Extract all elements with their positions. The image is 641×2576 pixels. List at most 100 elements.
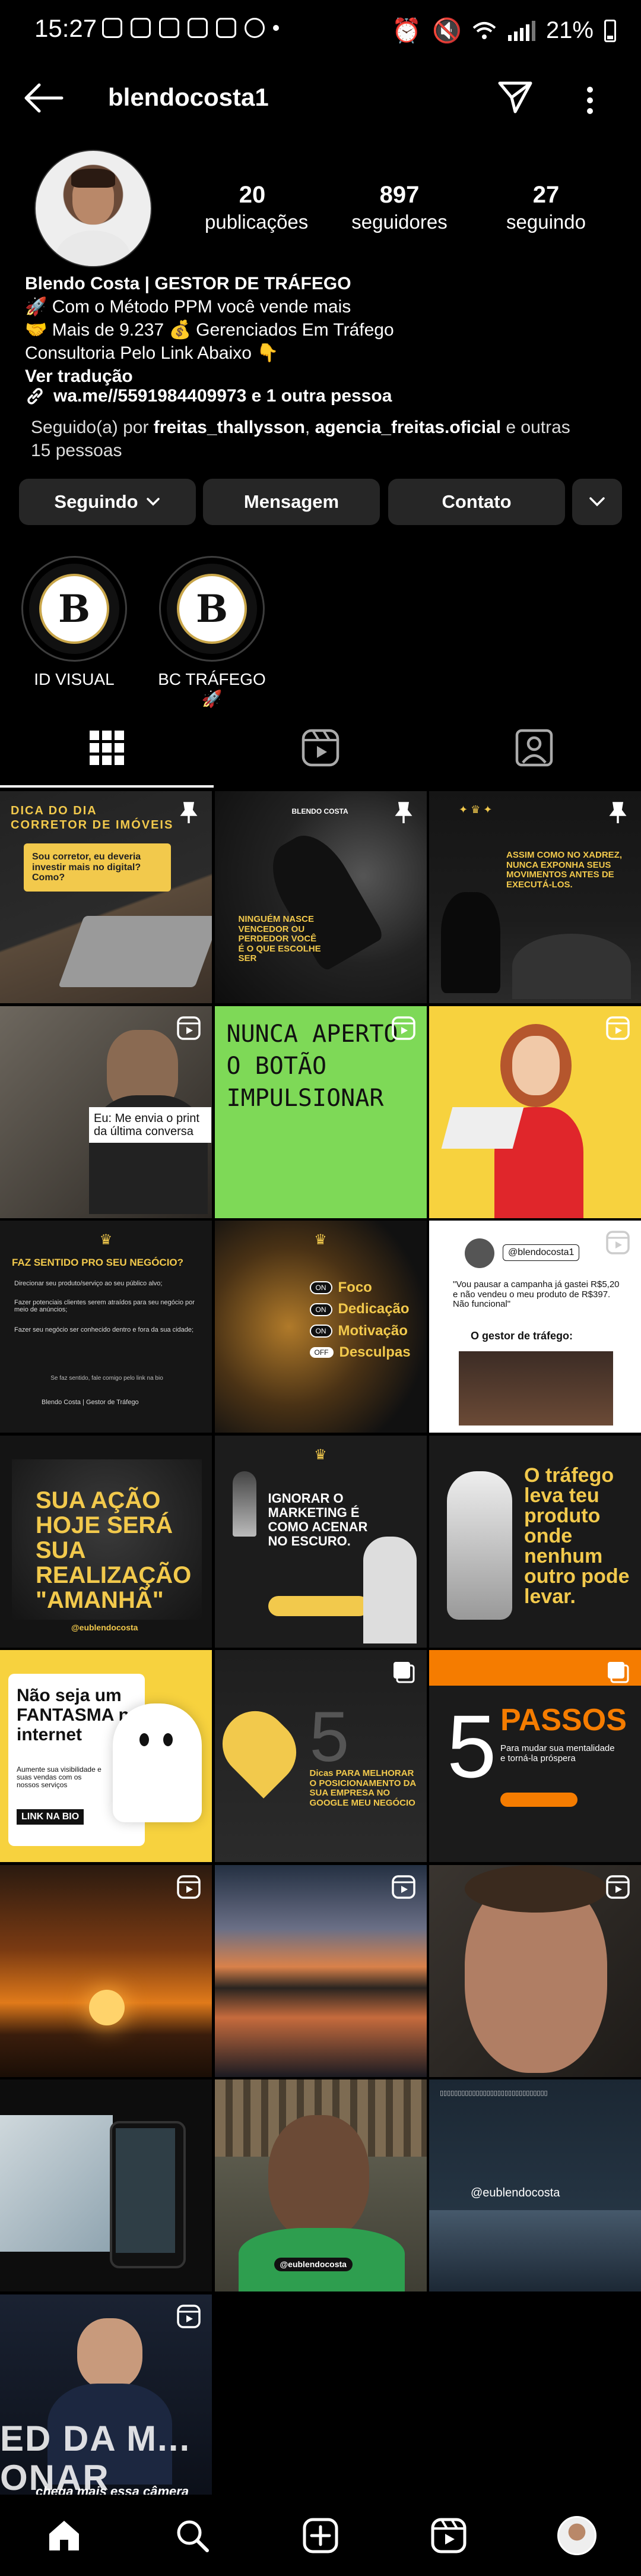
suggested-users-button[interactable] [572, 479, 622, 525]
post-21-body: ▯▯▯▯▯▯▯▯▯▯▯▯▯▯▯▯▯▯▯▯▯▯▯▯▯▯▯▯▯▯ [440, 2090, 548, 2097]
post-2[interactable]: BLENDO COSTA NINGUÉM NASCE VENCEDOR OU P… [214, 791, 427, 1003]
followers-count[interactable]: 897 seguidores [343, 182, 456, 233]
grid-tab-icon[interactable] [86, 727, 128, 769]
post-7[interactable]: ♛ FAZ SENTIDO PRO SEU NEGÓCIO? Direciona… [0, 1221, 212, 1433]
following-button[interactable]: Seguindo [19, 479, 196, 525]
post-21[interactable]: ▯▯▯▯▯▯▯▯▯▯▯▯▯▯▯▯▯▯▯▯▯▯▯▯▯▯▯▯▯▯ @eublendo… [429, 2079, 641, 2291]
carousel-icon [393, 1662, 414, 1683]
post-13[interactable]: Não seja um FANTASMA na internet Aumente… [0, 1650, 212, 1862]
post-8-logo: ♛ [314, 1232, 327, 1248]
reel-icon [606, 1231, 630, 1254]
post-12[interactable]: O tráfego leva teu produto onde nenhum o… [429, 1435, 641, 1648]
avatar-hair [71, 169, 115, 188]
profile-username: blendocosta1 [108, 83, 269, 111]
post-7-bullet-1: Direcionar seu produto/serviço ao seu pú… [14, 1280, 163, 1287]
highlight-cover: B [29, 564, 119, 654]
back-arrow-icon[interactable] [23, 83, 64, 113]
man-face-image [268, 2115, 369, 2240]
contact-button[interactable]: Contato [388, 479, 565, 525]
post-3-mark: ✦ ♛ ✦ [459, 804, 493, 816]
see-translation-link[interactable]: Ver tradução [25, 365, 394, 388]
home-icon[interactable] [45, 2516, 84, 2555]
post-20-handle: @eublendocosta [274, 2258, 353, 2272]
tagged-tab-icon[interactable] [513, 727, 555, 769]
chess-king-image [441, 892, 500, 993]
more-options-icon[interactable] [584, 86, 596, 115]
search-icon[interactable] [173, 2516, 212, 2555]
post-10-text: SUA AÇÃO HOJE SERÁ SUA REALIZAÇÃO "AMANH… [36, 1487, 192, 1613]
direct-message-icon[interactable] [497, 81, 533, 114]
post-20[interactable]: @eublendocosta [214, 2079, 427, 2291]
posts-label: publicações [205, 211, 309, 233]
post-3[interactable]: ✦ ♛ ✦ ASSIM COMO NO XADREZ, NUNCA EXPONH… [429, 791, 641, 1003]
followed-prefix: Seguido(a) por [31, 418, 154, 437]
signal-icon [507, 20, 535, 41]
message-button[interactable]: Mensagem [203, 479, 380, 525]
bio-link[interactable]: wa.me//5591984409973 e 1 outra pessoa [25, 386, 392, 406]
profile-nav-avatar[interactable] [557, 2515, 596, 2555]
post-13-sub: Aumente sua visibilidade e suas vendas c… [17, 1765, 101, 1790]
post-15-number: 5 [447, 1696, 497, 1796]
post-15[interactable]: 5 PASSOS Para mudar sua mentalidade e to… [429, 1650, 641, 1862]
followed-user-1[interactable]: freitas_thallysson [154, 418, 305, 437]
following-number: 27 [532, 182, 560, 208]
followed-user-2[interactable]: agencia_freitas.oficial [315, 418, 501, 437]
post-8-item: Dedicação [338, 1301, 410, 1317]
post-17[interactable] [214, 1864, 427, 2077]
post-8-item: Desculpas [339, 1344, 411, 1361]
active-tab-indicator [0, 785, 214, 788]
battery-icon [604, 19, 616, 42]
bio-name: Blendo Costa | GESTOR DE TRÁFEGO [25, 274, 351, 293]
messenger-icon [159, 18, 179, 38]
create-post-icon[interactable] [301, 2516, 340, 2555]
chevron-down-icon [589, 497, 605, 507]
post-7-bullet-3: Fazer seu negócio ser conhecido dentro e… [14, 1326, 194, 1333]
whatsapp-icon [245, 18, 265, 38]
post-13-cta: LINK NA BIO [17, 1809, 84, 1825]
laptop-image [58, 916, 212, 987]
posts-count[interactable]: 20 publicações [205, 182, 309, 233]
bio-line-2: 🤝 Mais de 9.237 💰 Gerenciados Em Tráfego [25, 320, 394, 340]
following-label: seguindo [506, 211, 586, 233]
reel-icon [177, 1016, 201, 1040]
post-21-photo [429, 2210, 641, 2291]
chess-pieces-image [512, 934, 631, 999]
reels-icon[interactable] [429, 2516, 468, 2555]
post-18[interactable] [429, 1864, 641, 2077]
post-14[interactable]: 5 Dicas PARA MELHORAR O POSICIONAMENTO D… [214, 1650, 427, 1862]
post-15-title: PASSOS [500, 1703, 627, 1737]
post-6[interactable] [429, 1006, 641, 1218]
reels-tab-icon[interactable] [300, 727, 341, 769]
laptop-image [441, 1107, 524, 1149]
post-7-footer: Se faz sentido, fale comigo pelo link na… [50, 1375, 163, 1382]
post-15-cta [500, 1793, 577, 1807]
post-4[interactable]: Eu: Me envia o print da última conversa [0, 1006, 212, 1218]
profile-avatar[interactable] [34, 150, 152, 267]
highlight-label: BC TRÁFEGO 🚀 [158, 670, 266, 708]
post-22[interactable]: ED DA M... ONAR chega mais essa câmera [0, 2294, 212, 2507]
linkedin-icon [216, 18, 236, 38]
highlight-bc-trafego[interactable]: B [159, 556, 265, 662]
post-1[interactable]: DICA DO DIA CORRETOR DE IMÓVEIS Sou corr… [0, 791, 212, 1003]
post-19[interactable] [0, 2079, 212, 2291]
brand-logo: B [39, 574, 109, 644]
post-10[interactable]: SUA AÇÃO HOJE SERÁ SUA REALIZAÇÃO "AMANH… [0, 1435, 212, 1648]
post-11-cta [268, 1595, 369, 1616]
carousel-icon [608, 1662, 629, 1683]
system-icons: ⏰ 🔇 21% [392, 17, 616, 45]
instagram-icon [102, 18, 122, 38]
status-time: 15:27 [34, 14, 97, 42]
post-8[interactable]: ♛ ON Foco ON Dedicação ON Motivação OFF Desc… [214, 1221, 427, 1433]
post-11[interactable]: ♛ IGNORAR O MARKETING É COMO ACENAR NO E… [214, 1435, 427, 1648]
followed-by[interactable]: Seguido(a) por freitas_thallysson, agenc… [31, 416, 583, 462]
post-15-sub: Para mudar sua mentalidade e torná-la pr… [500, 1743, 615, 1763]
highlight-id-visual[interactable]: B [21, 556, 127, 662]
following-count[interactable]: 27 seguindo [499, 182, 594, 233]
battery-percent: 21% [545, 17, 594, 43]
post-3-text: ASSIM COMO NO XADREZ, NUNCA EXPONHA SEUS… [506, 850, 623, 890]
post-16[interactable] [0, 1864, 212, 2077]
post-10-handle: @eublendocosta [71, 1622, 138, 1632]
post-9[interactable]: @blendocosta1 "Vou pausar a campanha já … [429, 1221, 641, 1433]
post-5[interactable]: NUNCA APERTO O BOTÃO IMPULSIONAR [214, 1006, 427, 1218]
message-button-label: Mensagem [243, 491, 339, 512]
